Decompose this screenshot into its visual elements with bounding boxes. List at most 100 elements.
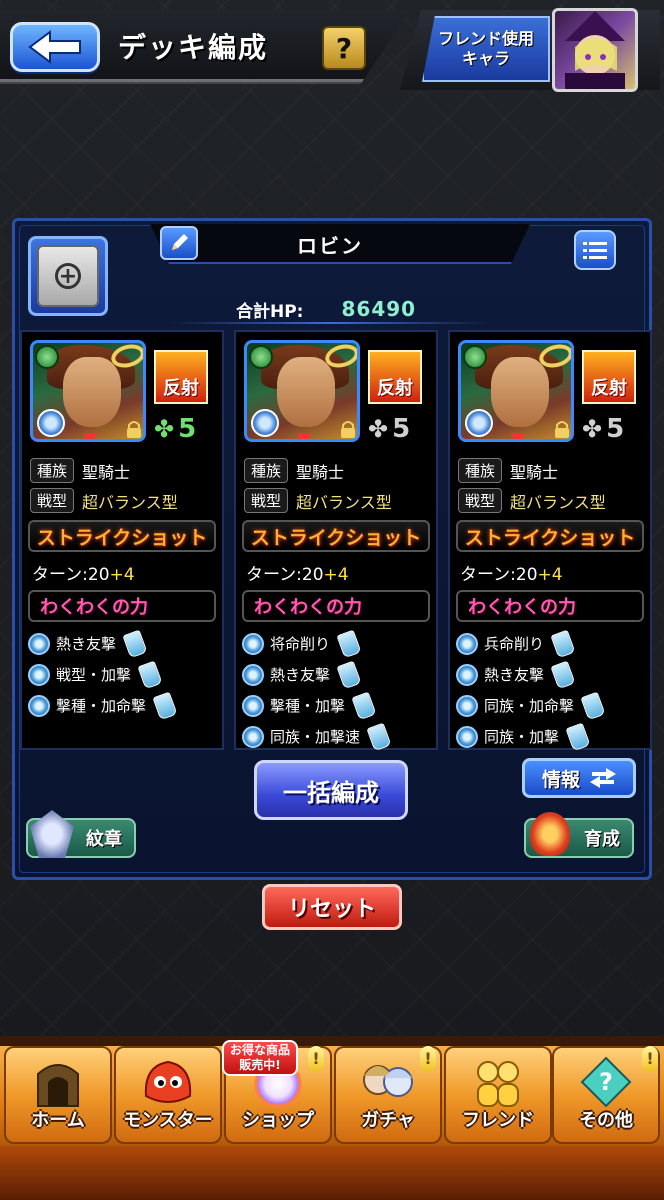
hp-divider [170, 322, 490, 324]
info-button[interactable]: 情報 [522, 758, 636, 798]
ability-label: 兵命削り [484, 635, 545, 653]
total-hp-value: 86490 [341, 297, 417, 321]
nav-friend[interactable]: フレンド [444, 1046, 552, 1144]
monster-card[interactable]: ▼ 反射 ✤ 5 種族 聖騎士 戦型 超バランス型 ストライクショット ターン:… [20, 330, 224, 750]
other-alert-icon: ! [642, 1046, 658, 1072]
monster-portrait[interactable]: ▼ [244, 340, 360, 442]
race-row: 種族 聖騎士 [244, 458, 344, 483]
nav-other-label: その他 [579, 1110, 633, 1131]
friend-character-avatar[interactable] [552, 8, 638, 92]
ability-list: 将命削り 熱き友撃 撃種・加撃 同族・加撃速 [242, 628, 432, 752]
ability-icon [456, 632, 478, 655]
back-arrow-icon [28, 30, 81, 64]
add-deck-inner: + [37, 245, 99, 307]
ability-icon [456, 725, 478, 748]
turn-label: ターン:20 [246, 565, 324, 585]
question-diamond-icon: ? [580, 1056, 632, 1108]
ability-icon [28, 694, 50, 717]
help-button[interactable]: ? [322, 26, 366, 70]
race-label: 種族 [458, 458, 503, 483]
promo-line2: 販売中! [239, 1058, 281, 1072]
type-label: 戦型 [244, 488, 289, 513]
nav-monster[interactable]: モンスター [114, 1046, 222, 1144]
back-button[interactable] [10, 22, 100, 72]
ability-item: 撃種・加命撃 [28, 690, 218, 721]
luck-value: 5 [178, 414, 197, 444]
race-value: 聖騎士 [510, 462, 559, 482]
list-icon [583, 242, 607, 259]
type-row: 戦型 超バランス型 [458, 488, 606, 513]
deck-menu-button[interactable] [574, 230, 616, 270]
luck-value: 5 [392, 414, 411, 444]
ability-icon [456, 694, 478, 717]
ability-list: 兵命削り 熱き友撃 同族・加命撃 同族・加撃 [456, 628, 646, 752]
monster-card[interactable]: ▼ 反射 ✤ 5 種族 聖騎士 戦型 超バランス型 ストライクショット ターン:… [234, 330, 438, 752]
potion-icon [336, 629, 362, 658]
witch-character-icon [565, 11, 625, 89]
skill-box: わくわくの力 [456, 590, 644, 622]
plus-icon: + [55, 263, 81, 289]
monster-icon [144, 1060, 192, 1103]
pencil-icon [172, 234, 188, 250]
lock-icon [341, 421, 355, 438]
reflect-badge: 反射 [582, 350, 636, 404]
wood-element-icon [35, 345, 59, 369]
monster-card[interactable]: ▼ 反射 ✤ 5 種族 聖騎士 戦型 超バランス型 ストライクショット ターン:… [448, 330, 652, 752]
type-row: 戦型 超バランス型 [244, 488, 392, 513]
ability-item: 戦型・加撃 [28, 659, 218, 690]
ability-item: 熱き友撃 [28, 628, 218, 659]
total-hp-label: 合計HP: [236, 301, 304, 322]
promo-line1: お得な商品 [229, 1043, 290, 1057]
ability-label: 同族・加命撃 [484, 697, 575, 715]
nav-shop-label: ショップ [242, 1110, 314, 1131]
race-row: 種族 聖騎士 [30, 458, 130, 483]
race-label: 種族 [30, 458, 75, 483]
monster-portrait[interactable]: ▼ [458, 340, 574, 442]
add-deck-button[interactable]: + [28, 236, 108, 316]
friend-use-label-line2: キャラ [461, 49, 510, 68]
potion-icon [550, 629, 576, 658]
nav-home-label: ホーム [31, 1110, 85, 1131]
reflect-badge: 反射 [368, 350, 422, 404]
potion-icon [122, 629, 148, 658]
friend-use-label-line1: フレンド使用 [437, 29, 534, 48]
potion-icon [550, 660, 576, 689]
luck-value: 5 [606, 414, 625, 444]
nav-friend-label: フレンド [462, 1110, 534, 1131]
portrait-face [63, 357, 121, 427]
type-value: 超バランス型 [82, 492, 178, 512]
home-icon [37, 1064, 79, 1107]
ability-label: 撃種・加撃 [270, 697, 346, 715]
ability-item: 熱き友撃 [242, 659, 432, 690]
gacha-alert-icon: ! [420, 1046, 436, 1072]
ability-icon [28, 632, 50, 655]
monster-portrait[interactable]: ▼ [30, 340, 146, 442]
strike-shot-box: ストライクショット [242, 520, 430, 552]
turn-plus: +4 [323, 565, 349, 585]
race-row: 種族 聖騎士 [458, 458, 558, 483]
potion-icon [336, 660, 362, 689]
swap-arrows-icon [590, 768, 616, 788]
train-label: 育成 [584, 829, 620, 850]
ability-label: 同族・加撃 [484, 728, 560, 746]
shop-promo-badge: お得な商品 販売中! [222, 1040, 298, 1076]
down-arrow-icon: ▼ [511, 429, 525, 442]
friend-use-button[interactable]: フレンド使用 キャラ [422, 16, 550, 82]
gacha-characters-icon [363, 1065, 413, 1097]
wheel-icon [465, 409, 493, 437]
skill-box: わくわくの力 [242, 590, 430, 622]
bottom-nav-base [0, 1146, 664, 1200]
reflect-badge: 反射 [154, 350, 208, 404]
type-label: 戦型 [30, 488, 75, 513]
ability-label: 熱き友撃 [484, 666, 545, 684]
type-value: 超バランス型 [510, 492, 606, 512]
bulk-edit-button[interactable]: 一括編成 [254, 760, 408, 820]
ability-item: 将命削り [242, 628, 432, 659]
wheel-icon [37, 409, 65, 437]
nav-home[interactable]: ホーム [4, 1046, 112, 1144]
reset-button[interactable]: リセット [262, 884, 402, 930]
ability-label: 熱き友撃 [56, 635, 117, 653]
turn-row: ターン:20+4 [32, 560, 135, 585]
edit-deck-name-button[interactable] [160, 226, 198, 260]
shop-alert-icon: ! [308, 1046, 324, 1072]
